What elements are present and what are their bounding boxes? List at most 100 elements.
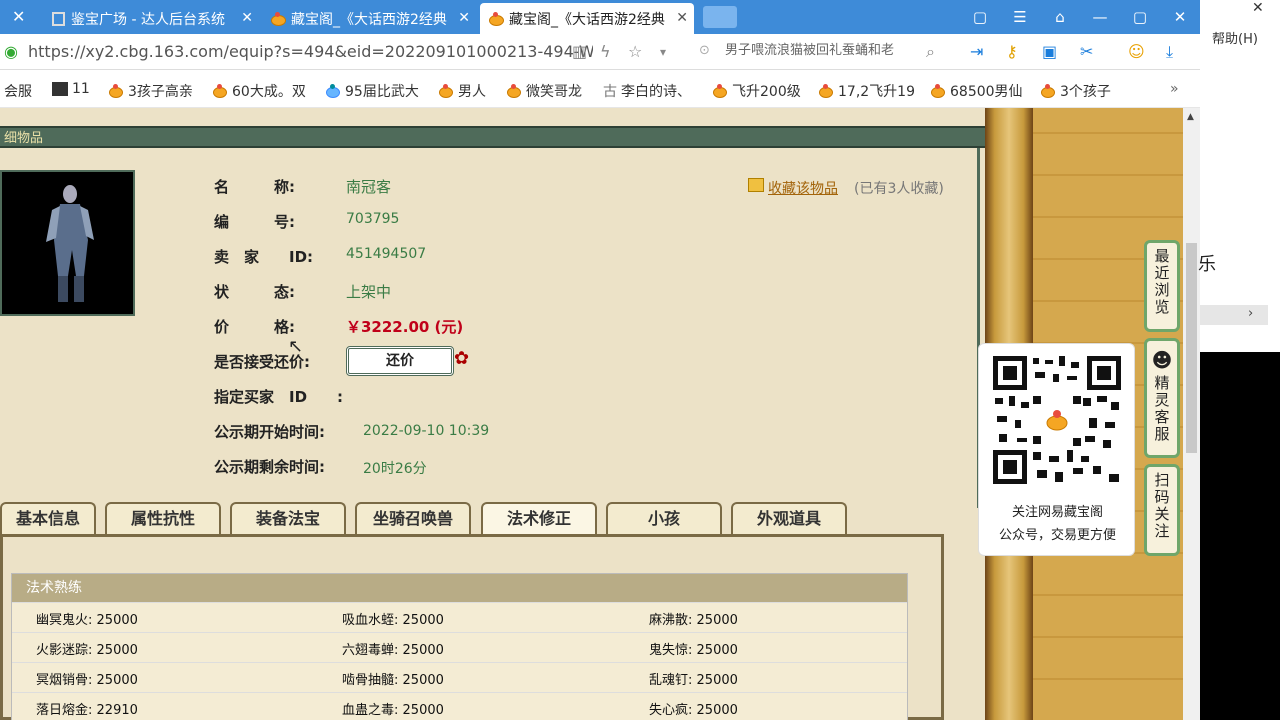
bookmark-item[interactable]: 古李白的诗、 (603, 81, 691, 101)
close-window-icon[interactable]: ✕ (1160, 0, 1200, 34)
scan-follow-button[interactable]: 扫码关注 (1144, 464, 1180, 556)
background-window: ✕ 帮助(H) › (1200, 0, 1280, 720)
character-figure-icon (46, 185, 94, 302)
bookmark-icon: 古 (603, 84, 617, 100)
tab-cangbaoge-1[interactable]: 藏宝阁_《大话西游2经典 ✕ (262, 3, 476, 34)
seller-label: 卖 家 ID: (214, 248, 314, 266)
skill-entry: 吸血水蛭: 25000 (342, 613, 444, 628)
tab-mounts-pets[interactable]: 坐骑召唤兽 (355, 502, 471, 534)
menu-icon[interactable]: ☰ (1000, 0, 1040, 34)
tab-bar: ✕ 鉴宝广场 - 达人后台系统 ✕ 藏宝阁_《大话西游2经典 ✕ 藏宝阁_《大话… (0, 0, 1200, 34)
tab-child[interactable]: 小孩 (606, 502, 722, 534)
qr-caption-line1: 关注网易藏宝阁 (1011, 505, 1103, 520)
badge-4-icon[interactable]: ▢ (960, 0, 1000, 34)
bookmark-icon (818, 84, 834, 98)
tab-jianbao[interactable]: 鉴宝广场 - 达人后台系统 ✕ (44, 3, 259, 34)
tab-basic-info[interactable]: 基本信息 (0, 502, 96, 534)
skills-title: 法术熟练 (12, 574, 907, 602)
page-scrollbar[interactable]: ▲ (1183, 108, 1200, 720)
skill-entry: 乱魂钉: 25000 (649, 673, 738, 688)
skill-entry: 幽冥鬼火: 25000 (36, 613, 138, 628)
url-input[interactable]: https://xy2.cbg.163.com/equip?s=494&eid=… (28, 42, 593, 61)
tab-equipment[interactable]: 装备法宝 (230, 502, 346, 534)
scissors-icon[interactable]: ✂ (1080, 42, 1093, 61)
item-detail: 细物品 名 称: 南冠客 编 号: 703795 卖 家 ID: 4514945… (0, 108, 985, 720)
horizontal-scrollbar[interactable]: › (1200, 305, 1268, 325)
bookmark-item[interactable]: 95届比武大 (325, 81, 419, 101)
counter-offer-button[interactable]: 还价 (346, 346, 454, 376)
section-header: 细物品 (0, 126, 985, 148)
bookmark-icon (108, 84, 124, 98)
maximize-icon[interactable]: ▢ (1120, 0, 1160, 34)
status-label: 状 态: (214, 283, 295, 301)
reader-icon[interactable]: ▥ (572, 42, 587, 61)
tab-cangbaoge-2[interactable]: 藏宝阁_《大话西游2经典 ✕ (480, 3, 694, 34)
divider (12, 602, 907, 603)
bookmark-item[interactable]: 男人 (438, 81, 486, 101)
divider (12, 632, 907, 633)
cbg-favicon-icon (488, 12, 504, 26)
star-icon[interactable]: ☆ (628, 42, 642, 61)
bookmark-item[interactable]: 68500男仙 (930, 81, 1023, 101)
close-icon[interactable]: ✕ (1252, 0, 1264, 16)
item-status: 上架中 (346, 283, 392, 301)
minimize-icon[interactable]: — (1080, 0, 1120, 34)
bookmark-icon (1040, 84, 1056, 98)
search-input[interactable]: ⊙ 男子喂流浪猫被回礼蚕蛹和老 (695, 41, 950, 65)
bookmark-item[interactable]: 17,2飞升19 (818, 81, 915, 101)
skill-entry: 六翅毒蝉: 25000 (342, 643, 444, 658)
help-menu[interactable]: 帮助(H) (1212, 28, 1258, 47)
qr-card: 关注网易藏宝阁 公众号，交易更方便 (978, 343, 1135, 556)
divider (12, 662, 907, 663)
tab-close-icon[interactable]: ✕ (676, 10, 688, 26)
new-tab-button[interactable] (703, 6, 737, 28)
bookmark-item[interactable]: 飞升200级 (712, 81, 801, 101)
smile-icon[interactable]: ☺ (1128, 42, 1145, 61)
tab-attributes[interactable]: 属性抗性 (105, 502, 221, 534)
recent-browse-button[interactable]: 最近浏览 (1144, 240, 1180, 332)
tab-spell-mods[interactable]: 法术修正 (481, 502, 597, 534)
chevron-down-icon[interactable]: ▾ (660, 45, 666, 59)
favorite-link[interactable]: 收藏该物品 (768, 178, 838, 198)
item-name: 南冠客 (346, 178, 392, 196)
tab-appearance[interactable]: 外观道具 (731, 502, 847, 534)
tab-close-icon[interactable]: ✕ (458, 10, 470, 26)
item-price: ￥3222.00 (元) (346, 318, 464, 336)
close-icon[interactable]: ✕ (12, 7, 25, 26)
search-icon[interactable]: ⌕ (926, 42, 935, 62)
bookmark-item[interactable]: 3个孩子 (1040, 81, 1111, 101)
bookmarks-more-icon[interactable]: » (1170, 81, 1179, 97)
key-icon[interactable]: ⚷ (1006, 42, 1018, 61)
item-id: 703795 (346, 211, 400, 227)
bookmark-item[interactable]: 微笑哥龙 (506, 81, 582, 101)
sprite-avatar-icon: ☻ (1151, 348, 1173, 372)
price-label: 价 格: (214, 318, 295, 336)
skills-table: 法术熟练 幽冥鬼火: 25000 吸血水蛭: 25000 麻沸散: 25000 … (11, 573, 908, 720)
secure-lock-icon: ◉ (4, 42, 18, 61)
skill-entry: 啮骨抽髓: 25000 (342, 673, 444, 688)
tab-close-icon[interactable]: ✕ (241, 10, 253, 26)
lightning-icon[interactable]: ϟ (600, 42, 611, 61)
skill-entry: 冥烟销骨: 25000 (36, 673, 138, 688)
scroll-thumb[interactable] (1186, 243, 1197, 453)
bookmark-item[interactable]: 3孩子高亲 (108, 81, 193, 101)
skills-panel: 法术熟练 幽冥鬼火: 25000 吸血水蛭: 25000 麻沸散: 25000 … (0, 534, 944, 720)
background-window-area: ✕ 帮助(H) › (1200, 0, 1280, 352)
public-remaining-label: 公示期剩余时间: (214, 458, 325, 476)
shirt-icon[interactable]: ⌂ (1040, 0, 1080, 34)
login-icon[interactable]: ⇥ (970, 42, 983, 61)
id-label: 编 号: (214, 213, 295, 231)
bookmark-icon (506, 84, 522, 98)
translate-icon[interactable]: ▣ (1042, 42, 1057, 61)
scroll-up-icon[interactable]: ▲ (1187, 112, 1194, 122)
bookmark-item[interactable]: 60大成。双 (212, 81, 306, 101)
bookmark-item[interactable]: 会服 (4, 81, 32, 101)
ribbon-icon: ✿ (454, 348, 470, 369)
bookmark-item[interactable]: 11 (52, 81, 90, 97)
chevron-right-icon[interactable]: › (1248, 306, 1253, 321)
qr-code-icon (993, 356, 1121, 484)
detail-frame (0, 148, 980, 508)
customer-service-button[interactable]: ☻ 精灵客服 (1144, 338, 1180, 458)
window-controls: ▢ ☰ ⌂ — ▢ ✕ (960, 0, 1200, 34)
download-icon[interactable]: ⤓ (1166, 42, 1173, 62)
